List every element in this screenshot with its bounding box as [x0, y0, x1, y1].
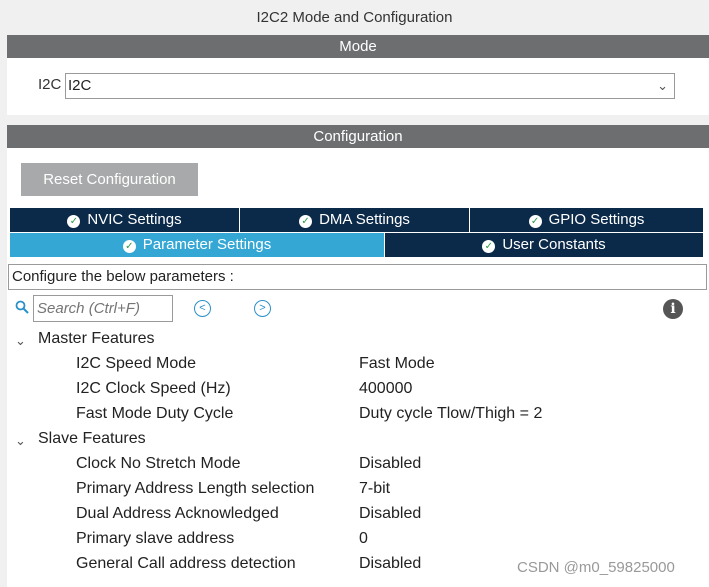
check-circle-icon: ✓: [67, 215, 81, 228]
group-slave-features[interactable]: Slave Features: [38, 430, 146, 448]
tab-parameter-settings[interactable]: ✓ Parameter Settings: [10, 233, 385, 257]
tab-label: GPIO Settings: [548, 211, 645, 228]
param-value[interactable]: Disabled: [359, 455, 421, 473]
tab-gpio-settings[interactable]: ✓ GPIO Settings: [470, 208, 703, 232]
param-name: Fast Mode Duty Cycle: [76, 405, 234, 422]
watermark: CSDN @m0_59825000: [517, 559, 675, 576]
search-input[interactable]: [33, 295, 173, 322]
param-value[interactable]: Duty cycle Tlow/Thigh = 2: [359, 405, 542, 423]
window-title: I2C2 Mode and Configuration: [0, 0, 709, 35]
chevron-down-icon[interactable]: ⌄: [15, 333, 26, 349]
param-name: Primary Address Length selection: [76, 480, 315, 497]
tab-label: User Constants: [502, 236, 606, 253]
param-name: Primary slave address: [76, 530, 235, 547]
param-value[interactable]: Disabled: [359, 505, 421, 523]
param-value[interactable]: Disabled: [359, 555, 421, 573]
chevron-down-icon: ⌄: [657, 78, 668, 93]
check-circle-icon: ✓: [299, 215, 313, 228]
tab-label: DMA Settings: [319, 211, 410, 228]
param-value[interactable]: 0: [359, 530, 368, 548]
mode-select-value: I2C: [68, 77, 92, 94]
param-value[interactable]: Fast Mode: [359, 355, 435, 373]
check-circle-icon: ✓: [528, 215, 542, 228]
tab-nvic-settings[interactable]: ✓ NVIC Settings: [10, 208, 240, 232]
param-value[interactable]: 7-bit: [359, 480, 390, 498]
search-icon: [15, 300, 29, 318]
check-circle-icon: ✓: [482, 240, 496, 253]
param-name: Clock No Stretch Mode: [76, 455, 241, 472]
param-name: I2C Speed Mode: [76, 355, 197, 372]
tab-user-constants[interactable]: ✓ User Constants: [385, 233, 703, 257]
param-value[interactable]: 400000: [359, 380, 412, 398]
description-bar: Configure the below parameters :: [8, 264, 707, 290]
tab-label: Parameter Settings: [142, 236, 272, 253]
search-previous-icon[interactable]: <: [194, 300, 211, 317]
tab-dma-settings[interactable]: ✓ DMA Settings: [240, 208, 470, 232]
param-name: General Call address detection: [76, 555, 296, 572]
check-circle-icon: ✓: [122, 240, 136, 253]
mode-label: I2C: [38, 76, 62, 93]
configuration-section-header: Configuration: [7, 125, 709, 148]
info-icon[interactable]: i: [663, 299, 683, 319]
param-name: Dual Address Acknowledged: [76, 505, 279, 522]
mode-select[interactable]: I2C ⌄: [65, 73, 675, 99]
param-name: I2C Clock Speed (Hz): [76, 380, 231, 397]
mode-section-header: Mode: [7, 35, 709, 58]
group-master-features[interactable]: Master Features: [38, 330, 154, 348]
search-next-icon[interactable]: >: [254, 300, 271, 317]
chevron-down-icon[interactable]: ⌄: [15, 433, 26, 449]
tab-label: NVIC Settings: [87, 211, 182, 228]
reset-configuration-button[interactable]: Reset Configuration: [21, 163, 198, 196]
